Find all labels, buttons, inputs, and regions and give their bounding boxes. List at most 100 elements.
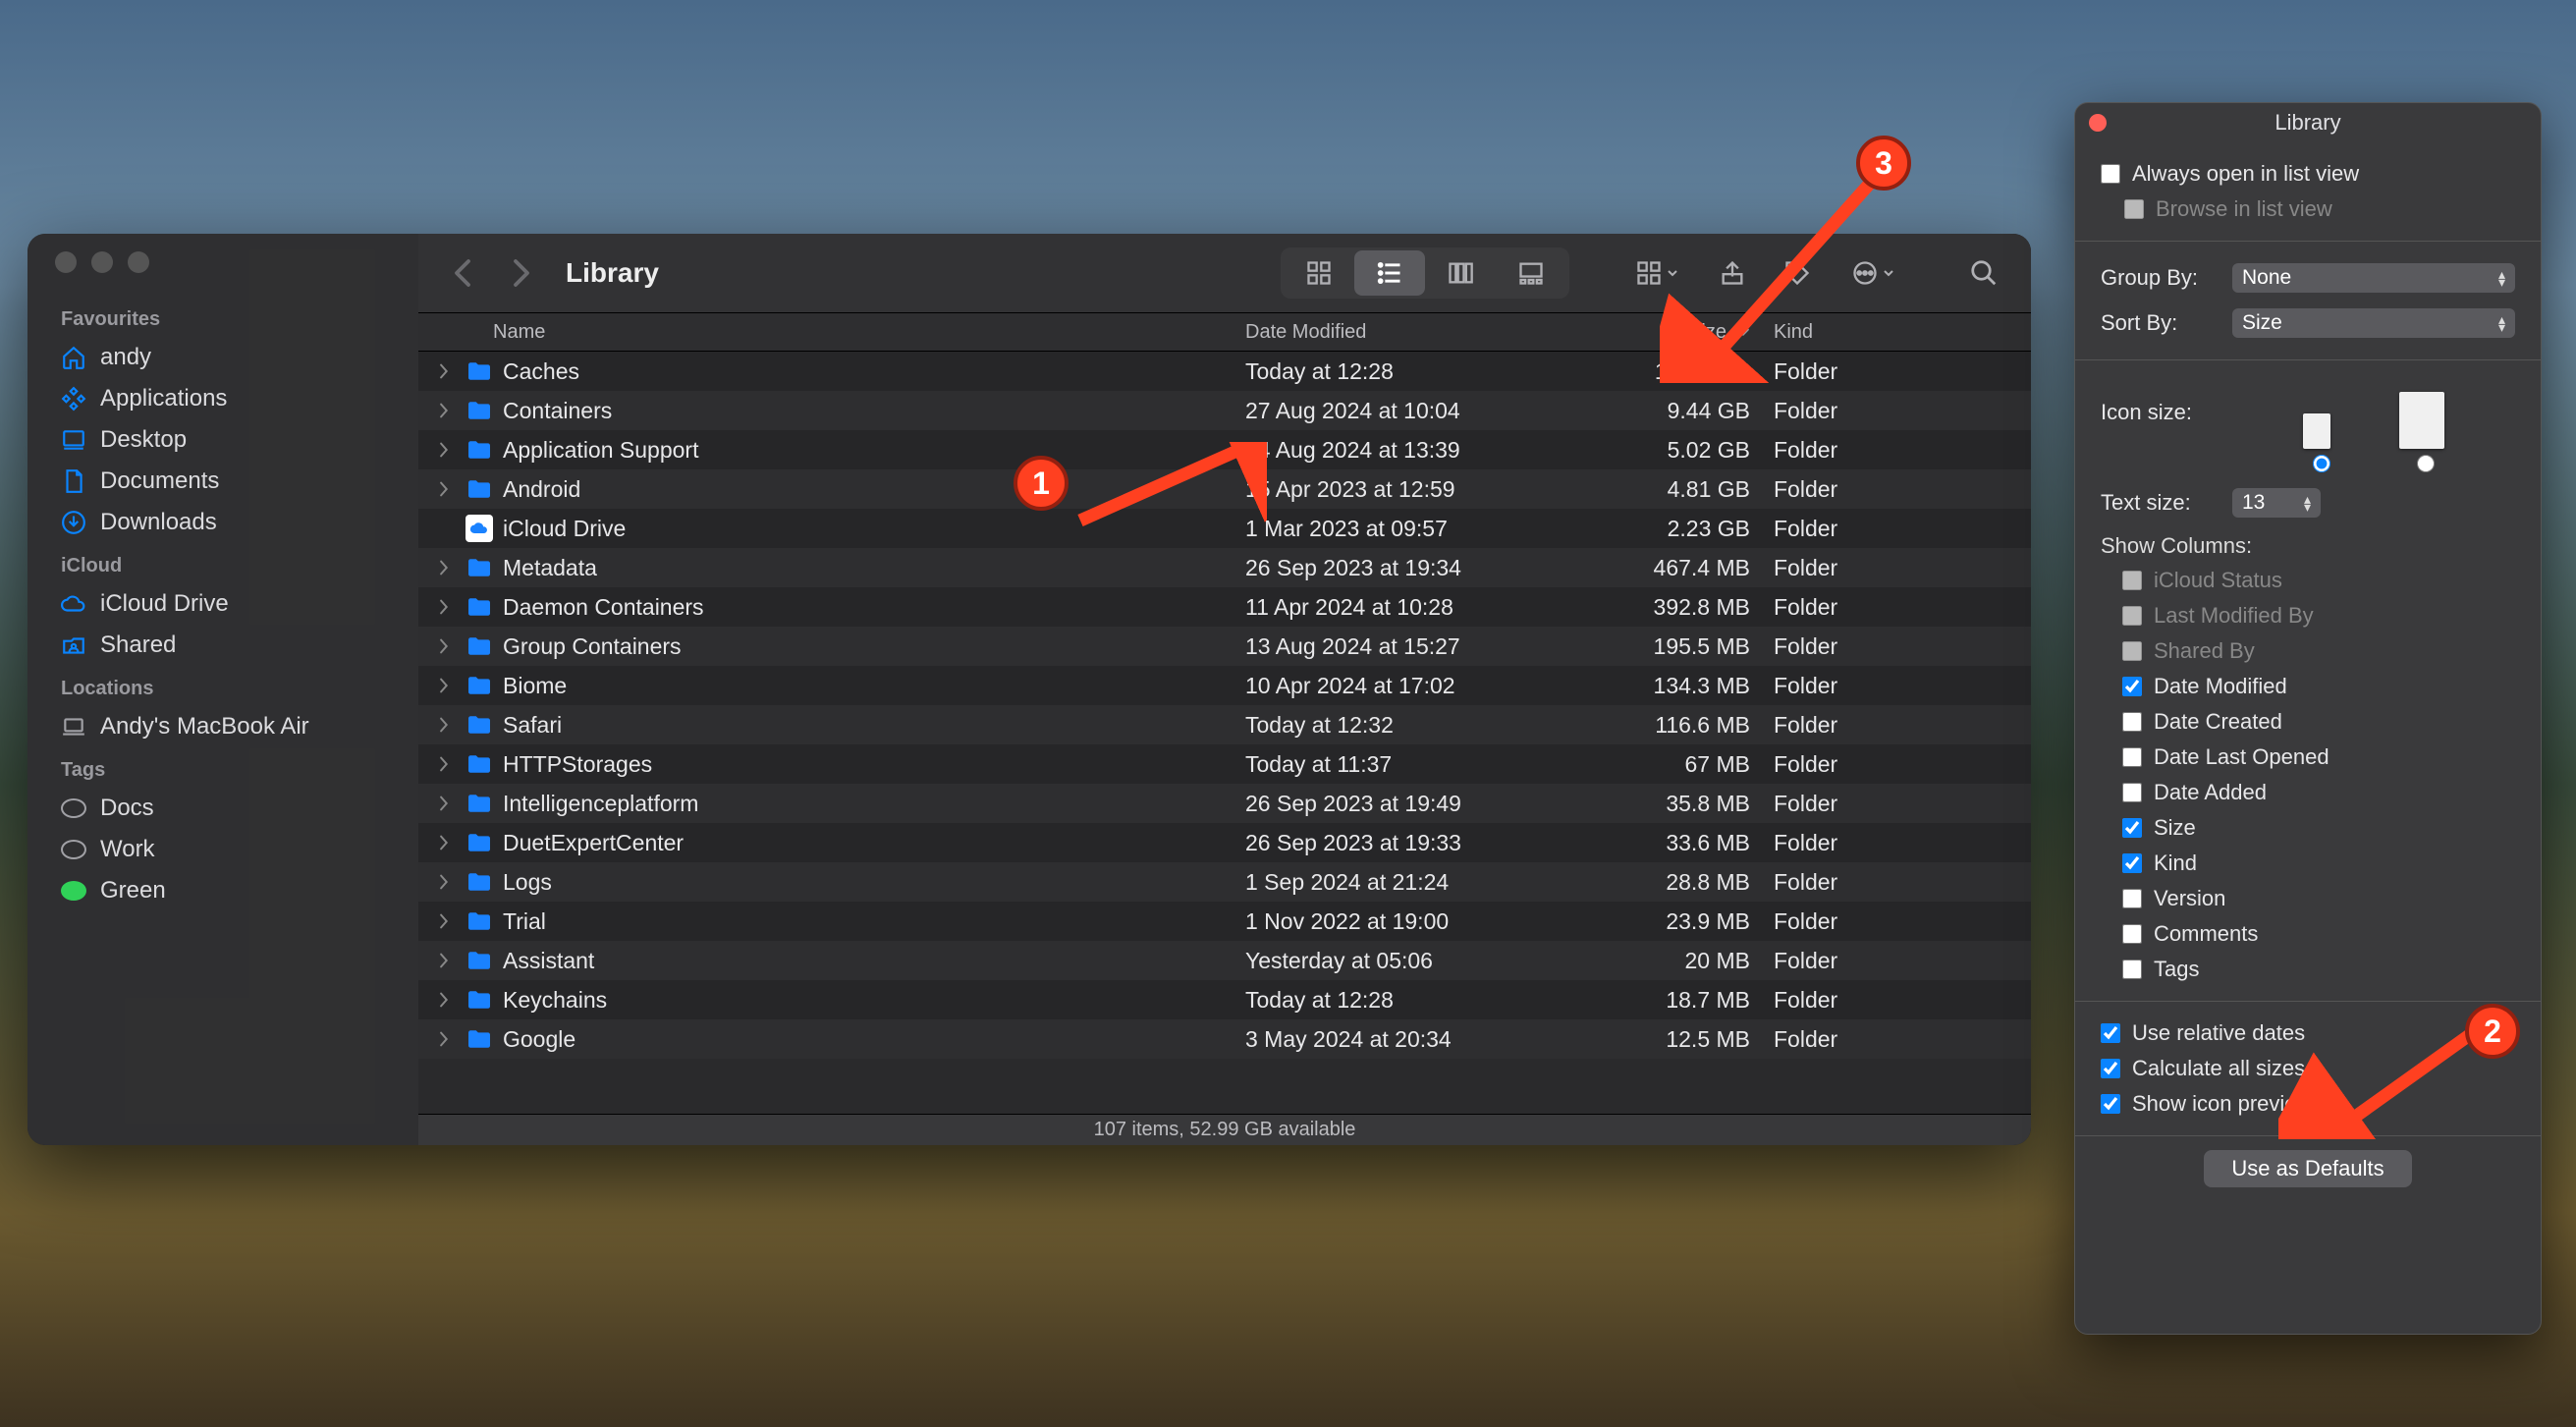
disclosure-chevron-icon[interactable] [438,796,456,811]
column-size[interactable]: Size [1585,321,1762,344]
column-checkbox[interactable]: Date Created [2122,704,2515,740]
sidebar-tag[interactable]: Work [27,829,418,870]
column-checkbox[interactable]: Kind [2122,846,2515,881]
option-checkbox[interactable]: Use relative dates [2101,1015,2515,1051]
group-by-label: Group By: [2101,265,2217,291]
file-date: 3 May 2024 at 20:34 [1233,1026,1585,1053]
file-kind: Folder [1762,791,2031,817]
table-row[interactable]: iCloud Drive1 Mar 2023 at 09:572.23 GBFo… [418,509,2031,548]
table-row[interactable]: Application Support24 Aug 2024 at 13:395… [418,430,2031,469]
file-size: 33.6 MB [1585,830,1762,856]
table-row[interactable]: KeychainsToday at 12:2818.7 MBFolder [418,980,2031,1019]
disclosure-chevron-icon[interactable] [438,953,456,968]
column-checkbox[interactable]: Size [2122,810,2515,846]
panel-close-button[interactable] [2089,114,2107,132]
text-size-select[interactable]: 13▴▾ [2232,488,2321,518]
table-row[interactable]: Containers27 Aug 2024 at 10:049.44 GBFol… [418,391,2031,430]
icon-view-button[interactable] [1284,250,1354,296]
column-kind[interactable]: Kind [1762,321,2031,344]
column-checkbox[interactable]: Comments [2122,916,2515,952]
table-row[interactable]: HTTPStoragesToday at 11:3767 MBFolder [418,744,2031,784]
table-row[interactable]: Google3 May 2024 at 20:3412.5 MBFolder [418,1019,2031,1059]
sidebar-item[interactable]: Shared [27,625,418,666]
disclosure-chevron-icon[interactable] [438,403,456,418]
sidebar-item[interactable]: Applications [27,378,418,419]
folder-icon [466,714,493,736]
column-view-button[interactable] [1425,250,1496,296]
sidebar-item[interactable]: iCloud Drive [27,583,418,625]
zoom-dot[interactable] [128,251,149,273]
folder-icon [466,596,493,618]
table-row[interactable]: CachesToday at 12:2813.69 GBFolder [418,352,2031,391]
column-checkbox[interactable]: Date Added [2122,775,2515,810]
annotation-badge-2: 2 [2465,1004,2520,1059]
disclosure-chevron-icon[interactable] [438,874,456,890]
always-list-checkbox[interactable]: Always open in list view [2101,156,2515,192]
file-list[interactable]: CachesToday at 12:2813.69 GBFolderContai… [418,352,2031,1114]
minimize-dot[interactable] [91,251,113,273]
search-button[interactable] [1960,249,2007,297]
disclosure-chevron-icon[interactable] [438,756,456,772]
column-checkbox[interactable]: Version [2122,881,2515,916]
sidebar-tag[interactable]: Docs [27,788,418,829]
file-name: Logs [503,869,552,896]
column-checkbox[interactable]: Date Modified [2122,669,2515,704]
use-as-defaults-button[interactable]: Use as Defaults [2204,1150,2411,1187]
disclosure-chevron-icon[interactable] [438,481,456,497]
disclosure-chevron-icon[interactable] [438,638,456,654]
gallery-view-button[interactable] [1496,250,1566,296]
disclosure-chevron-icon[interactable] [438,1031,456,1047]
share-button[interactable] [1709,249,1756,297]
disclosure-chevron-icon[interactable] [438,599,456,615]
list-view-button[interactable] [1354,250,1425,296]
column-checkbox[interactable]: Tags [2122,952,2515,987]
table-row[interactable]: Trial1 Nov 2022 at 19:0023.9 MBFolder [418,902,2031,941]
sidebar-item[interactable]: Downloads [27,502,418,543]
table-row[interactable]: Group Containers13 Aug 2024 at 15:27195.… [418,627,2031,666]
annotation-badge-1: 1 [1014,456,1069,511]
table-row[interactable]: AssistantYesterday at 05:0620 MBFolder [418,941,2031,980]
table-row[interactable]: DuetExpertCenter26 Sep 2023 at 19:3333.6… [418,823,2031,862]
disclosure-chevron-icon[interactable] [438,560,456,576]
table-row[interactable]: Android15 Apr 2023 at 12:594.81 GBFolder [418,469,2031,509]
back-button[interactable] [442,252,483,294]
disclosure-chevron-icon[interactable] [438,913,456,929]
sidebar-item[interactable]: Andy's MacBook Air [27,706,418,747]
option-checkbox[interactable]: Calculate all sizes [2101,1051,2515,1086]
disclosure-chevron-icon[interactable] [438,363,456,379]
file-kind: Folder [1762,633,2031,660]
table-row[interactable]: SafariToday at 12:32116.6 MBFolder [418,705,2031,744]
disclosure-chevron-icon[interactable] [438,992,456,1008]
disclosure-chevron-icon[interactable] [438,442,456,458]
icon-size-small-radio[interactable] [2313,455,2330,472]
icon-size-large-radio[interactable] [2417,455,2435,472]
file-name: Caches [503,358,579,385]
table-row[interactable]: Logs1 Sep 2024 at 21:2428.8 MBFolder [418,862,2031,902]
sidebar-item[interactable]: Desktop [27,419,418,461]
option-checkbox[interactable]: Show icon preview [2101,1086,2515,1122]
sidebar-item[interactable]: Documents [27,461,418,502]
file-size: 467.4 MB [1585,555,1762,581]
sidebar-tag[interactable]: Green [27,870,418,911]
file-size: 67 MB [1585,751,1762,778]
column-name[interactable]: Name [418,321,1233,344]
sidebar-item[interactable]: andy [27,337,418,378]
table-row[interactable]: Intelligenceplatform26 Sep 2023 at 19:49… [418,784,2031,823]
group-by-select[interactable]: None▴▾ [2232,263,2515,293]
forward-button[interactable] [501,252,542,294]
disclosure-chevron-icon[interactable] [438,835,456,851]
table-row[interactable]: Daemon Containers11 Apr 2024 at 10:28392… [418,587,2031,627]
sort-by-select[interactable]: Size▴▾ [2232,308,2515,338]
file-name: iCloud Drive [503,516,626,542]
table-row[interactable]: Biome10 Apr 2024 at 17:02134.3 MBFolder [418,666,2031,705]
file-size: 13.69 GB [1585,358,1762,385]
group-button[interactable] [1622,249,1691,297]
table-row[interactable]: Metadata26 Sep 2023 at 19:34467.4 MBFold… [418,548,2031,587]
disclosure-chevron-icon[interactable] [438,717,456,733]
close-dot[interactable] [55,251,77,273]
column-date-modified[interactable]: Date Modified [1233,321,1585,344]
tag-button[interactable] [1774,249,1821,297]
column-checkbox[interactable]: Date Last Opened [2122,740,2515,775]
disclosure-chevron-icon[interactable] [438,678,456,693]
action-button[interactable] [1838,249,1907,297]
